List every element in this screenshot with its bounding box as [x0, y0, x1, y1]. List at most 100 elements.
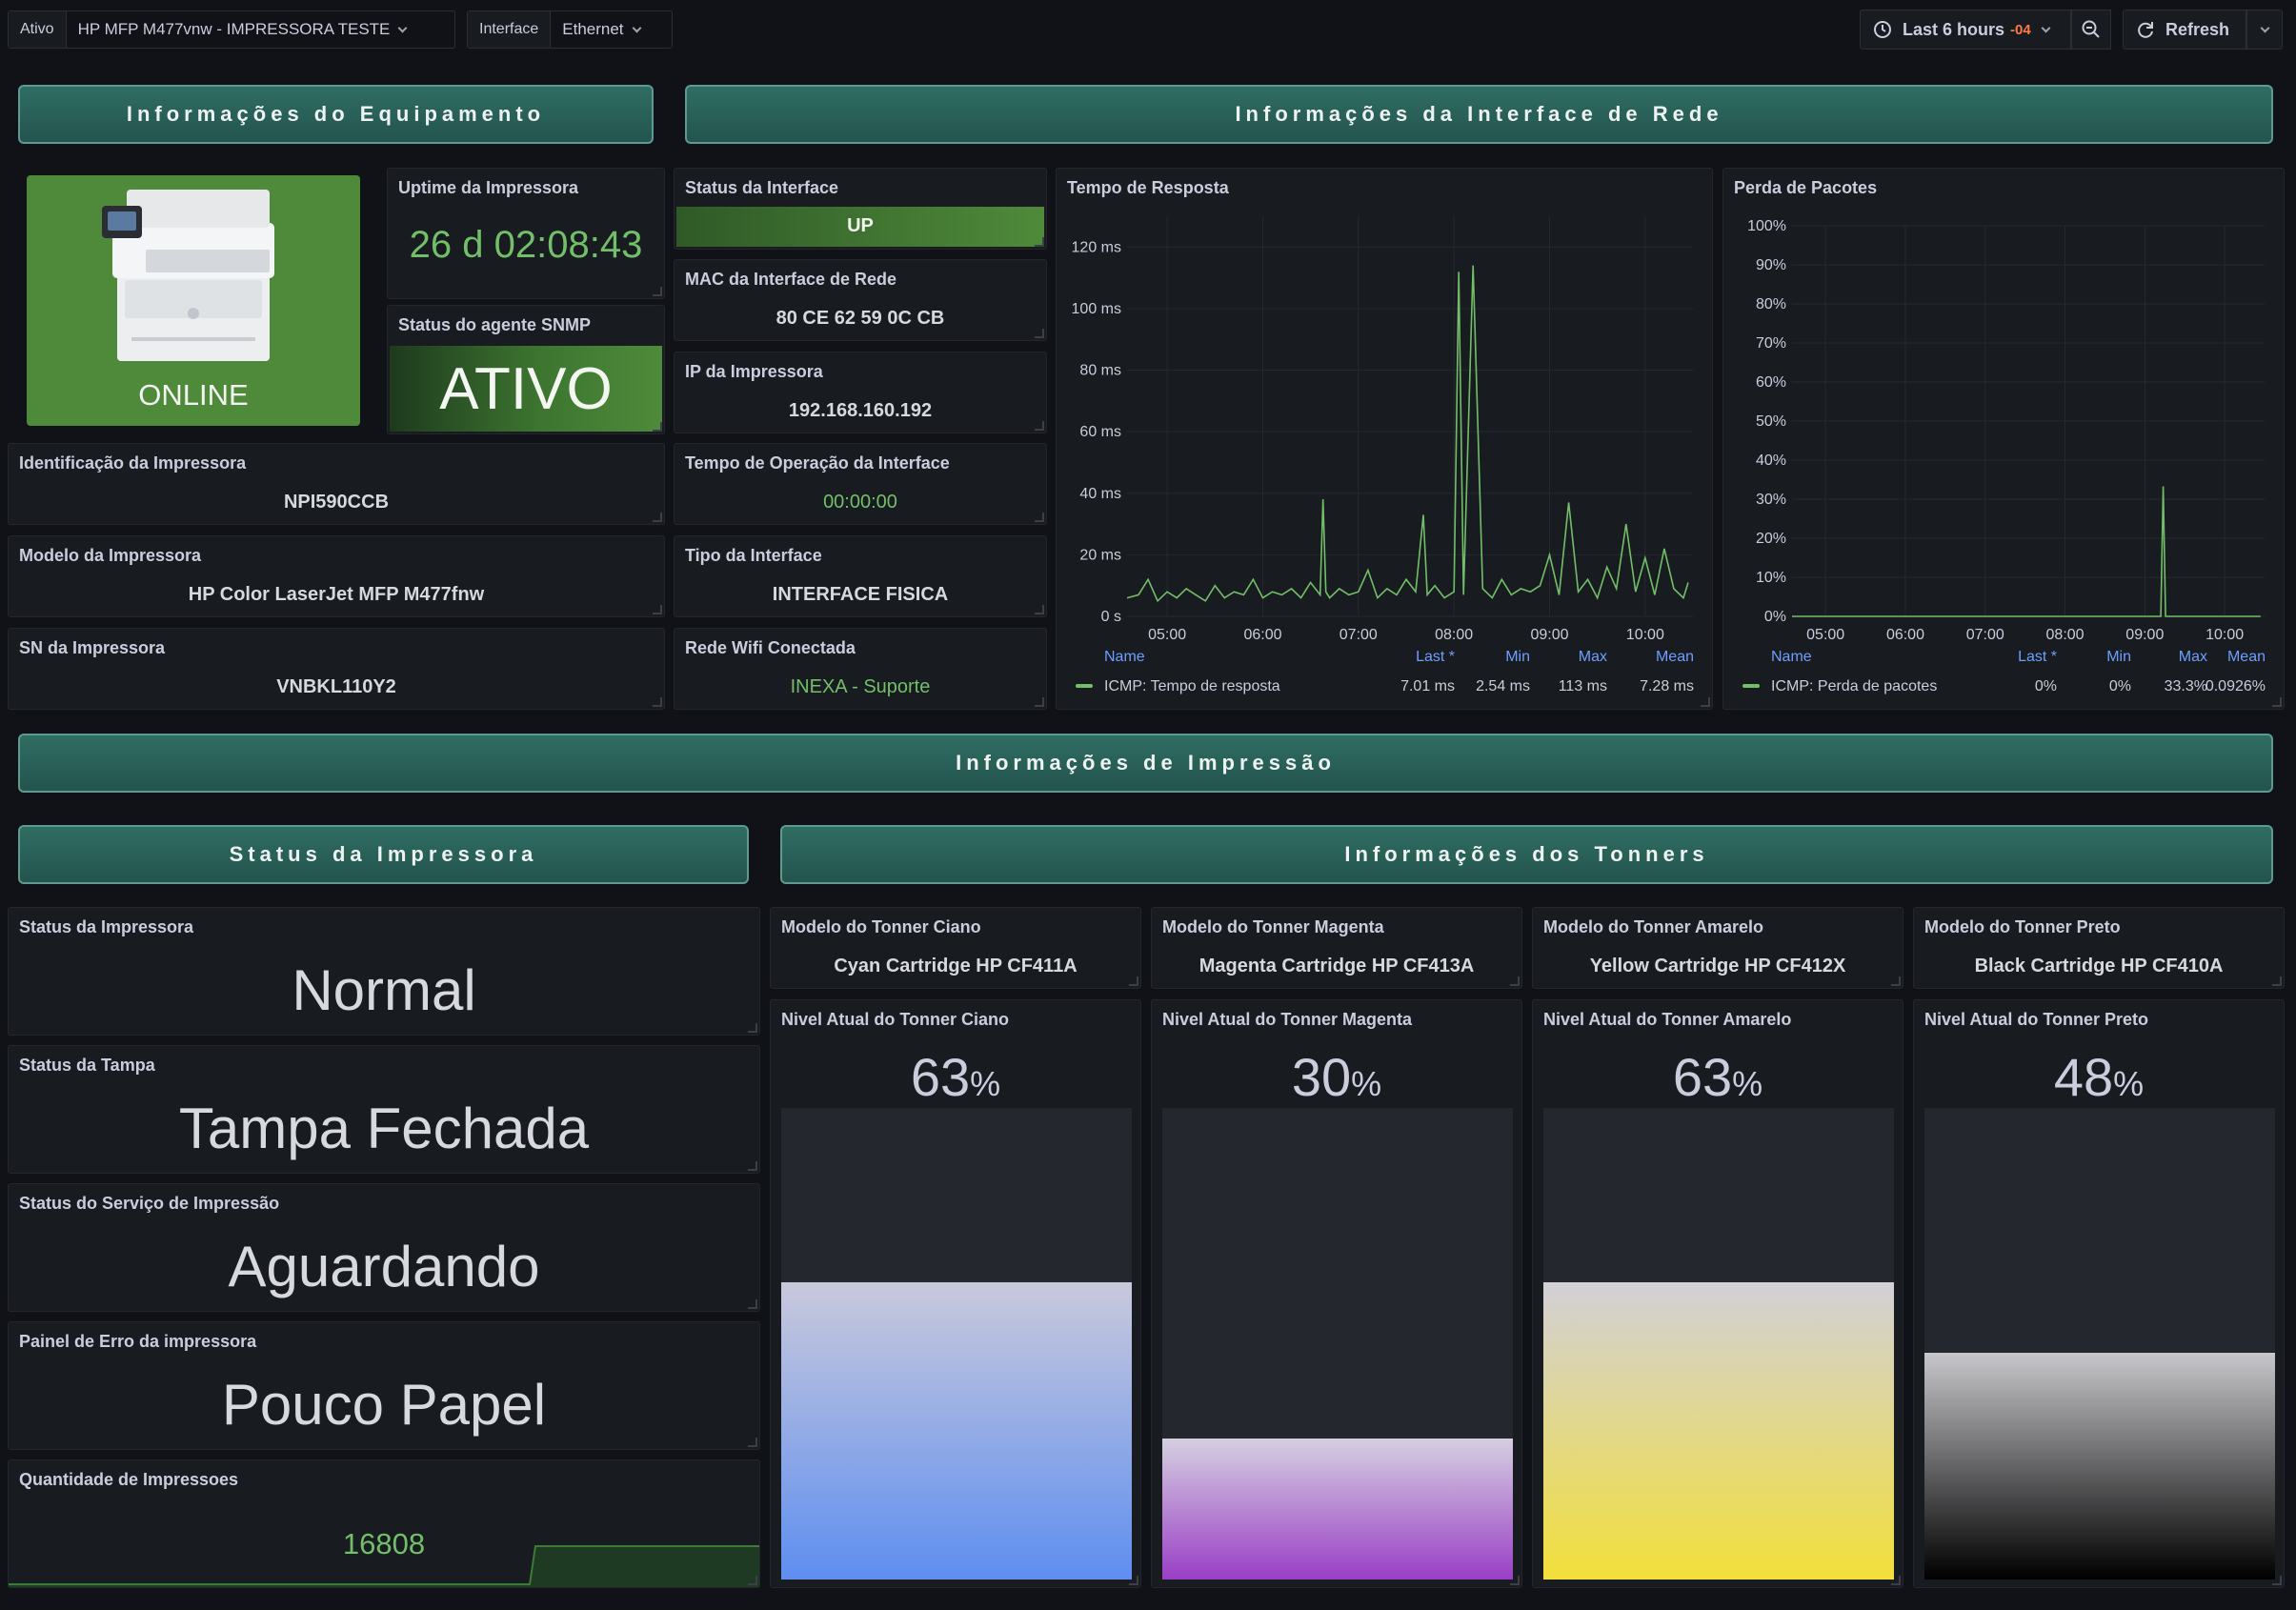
panel-ip[interactable]: IP da Impressora 192.168.160.192: [674, 352, 1047, 433]
resize-handle[interactable]: [1129, 1576, 1138, 1585]
panel-snmp-title: Status do agente SNMP: [398, 315, 592, 334]
resize-handle[interactable]: [1510, 1576, 1520, 1585]
resize-handle[interactable]: [1035, 237, 1044, 247]
variable-interface-select[interactable]: Ethernet: [551, 11, 651, 48]
panel-quantidade-impressoes[interactable]: Quantidade de Impressoes 16808: [8, 1459, 760, 1588]
resize-handle[interactable]: [1035, 697, 1044, 707]
resize-handle[interactable]: [748, 1023, 757, 1033]
panel-status-servico-value: Aguardando: [228, 1235, 540, 1298]
panel-uptime-title: Uptime da Impressora: [398, 178, 579, 197]
panel-tempo-resposta[interactable]: Tempo de Resposta 0 s 20 ms 40 ms 60 ms 80 m…: [1056, 168, 1713, 710]
panel-snmp[interactable]: Status do agente SNMP ATIVO: [387, 305, 665, 434]
resize-handle[interactable]: [1891, 1576, 1901, 1585]
resize-handle[interactable]: [748, 1161, 757, 1171]
x-tick-label: 06:00: [1243, 627, 1281, 643]
resize-handle[interactable]: [1035, 513, 1044, 522]
panel-modelo-tonner-magenta[interactable]: Modelo do Tonner Magenta Magenta Cartrid…: [1151, 907, 1522, 989]
toner-level-number: 48: [2053, 1047, 2114, 1107]
panel-identificacao[interactable]: Identificação da Impressora NPI590CCB: [8, 443, 665, 525]
panel-erro-title: Painel de Erro da impressora: [19, 1332, 257, 1351]
panel-uptime[interactable]: Uptime da Impressora 26 d 02:08:43: [387, 168, 665, 299]
panel-modelo-tonner-title: Modelo do Tonner Preto: [1924, 917, 2121, 936]
row-header-impressao[interactable]: Informações de Impressão: [18, 734, 2273, 793]
y-tick-label: 100 ms: [1072, 301, 1121, 317]
panel-modelo-tonner-amarelo[interactable]: Modelo do Tonner Amarelo Yellow Cartridg…: [1532, 907, 1903, 989]
panel-mac-value: 80 CE 62 59 0C CB: [775, 308, 945, 329]
panel-tempo-operacao[interactable]: Tempo de Operação da Interface 00:00:00: [674, 443, 1047, 525]
variable-ativo[interactable]: Ativo HP MFP M477vnw - IMPRESSORA TESTE: [8, 10, 455, 49]
resize-handle[interactable]: [653, 287, 662, 296]
panel-modelo-tonner-value: Magenta Cartridge HP CF413A: [1198, 956, 1475, 976]
variable-ativo-select[interactable]: HP MFP M477vnw - IMPRESSORA TESTE: [67, 11, 418, 48]
legend-value-min: 0%: [2109, 678, 2131, 694]
x-tick-label: 07:00: [1966, 627, 2004, 643]
resize-handle[interactable]: [1035, 421, 1044, 431]
resize-handle[interactable]: [653, 697, 662, 707]
panel-nivel-tonner-title: Nivel Atual do Tonner Preto: [1924, 1010, 2149, 1029]
legend-header-min: Min: [1505, 649, 1530, 665]
zoom-out-button[interactable]: [2071, 10, 2111, 50]
row-header-interface-rede[interactable]: Informações da Interface de Rede: [685, 85, 2273, 144]
y-tick-label: 0 s: [1101, 609, 1121, 625]
refresh-interval-dropdown[interactable]: [2246, 10, 2283, 50]
panel-wifi[interactable]: Rede Wifi Conectada INEXA - Suporte: [674, 628, 1047, 710]
resize-handle[interactable]: [1035, 329, 1044, 338]
y-tick-label: 20%: [1756, 531, 1786, 547]
legend-value-mean: 0.0926%: [2205, 678, 2266, 694]
legend-value-max: 33.3%: [2165, 678, 2207, 694]
x-tick-label: 10:00: [2205, 627, 2244, 643]
resize-handle[interactable]: [748, 1576, 757, 1585]
chart-perda-pacotes[interactable]: 0% 10% 20% 30% 40% 50% 60% 70% 80% 90% 100% 05:00 06…: [1723, 169, 2285, 710]
toner-level-number: 63: [910, 1047, 971, 1107]
chart-tempo-resposta[interactable]: 0 s 20 ms 40 ms 60 ms 80 ms 100 ms 120 ms 05:00…: [1057, 169, 1713, 710]
toner-level-value: 63%: [1533, 1046, 1903, 1108]
panel-modelo-tonner-preto[interactable]: Modelo do Tonner Preto Black Cartridge H…: [1913, 907, 2285, 989]
chevron-down-icon: [632, 23, 641, 32]
panel-status-impressora-value: Normal: [292, 958, 476, 1022]
resize-handle[interactable]: [2272, 697, 2282, 707]
panel-status-tampa[interactable]: Status da Tampa Tampa Fechada: [8, 1045, 760, 1174]
panel-erro[interactable]: Painel de Erro da impressora Pouco Papel: [8, 1321, 760, 1450]
resize-handle[interactable]: [1891, 976, 1901, 986]
panel-modelo-tonner-ciano[interactable]: Modelo do Tonner Ciano Cyan Cartridge HP…: [770, 907, 1141, 989]
panel-status-interface[interactable]: Status da Interface UP: [674, 168, 1047, 250]
resize-handle[interactable]: [653, 513, 662, 522]
row-header-tonners[interactable]: Informações dos Tonners: [780, 825, 2273, 884]
panel-status-servico[interactable]: Status do Serviço de Impressão Aguardand…: [8, 1183, 760, 1312]
time-range-picker[interactable]: Last 6 hours -04: [1860, 10, 2071, 50]
panel-modelo[interactable]: Modelo da Impressora HP Color LaserJet M…: [8, 535, 665, 617]
resize-handle[interactable]: [2272, 1576, 2282, 1585]
panel-nivel-tonner-magenta[interactable]: Nivel Atual do Tonner Magenta 30%: [1151, 999, 1522, 1588]
resize-handle[interactable]: [1035, 605, 1044, 614]
panel-perda-pacotes[interactable]: Perda de Pacotes 0% 10% 20% 30% 40% 50% 60% 70%…: [1722, 168, 2285, 710]
resize-handle[interactable]: [1129, 976, 1138, 986]
variable-interface[interactable]: Interface Ethernet: [467, 10, 673, 49]
y-tick-label: 60%: [1756, 374, 1786, 391]
row-header-interface-rede-label: Informações da Interface de Rede: [1235, 102, 1723, 126]
refresh-button[interactable]: Refresh: [2123, 10, 2246, 50]
resize-handle[interactable]: [1510, 976, 1520, 986]
panel-mac[interactable]: MAC da Interface de Rede 80 CE 62 59 0C …: [674, 259, 1047, 341]
panel-sn[interactable]: SN da Impressora VNBKL110Y2: [8, 628, 665, 710]
panel-tipo-interface[interactable]: Tipo da Interface INTERFACE FISICA: [674, 535, 1047, 617]
panel-nivel-tonner-ciano[interactable]: Nivel Atual do Tonner Ciano 63%: [770, 999, 1141, 1588]
toner-level-unit: %: [1732, 1064, 1763, 1103]
resize-handle[interactable]: [653, 605, 662, 614]
zoom-out-icon: [2082, 20, 2100, 38]
legend-header-max: Max: [2179, 649, 2207, 665]
row-header-status-impressora[interactable]: Status da Impressora: [18, 825, 749, 884]
resize-handle[interactable]: [2272, 976, 2282, 986]
toner-gauge-fill: [1162, 1438, 1513, 1580]
resize-handle[interactable]: [748, 1299, 757, 1309]
panel-nivel-tonner-preto[interactable]: Nivel Atual do Tonner Preto 48%: [1913, 999, 2285, 1588]
y-tick-label: 80 ms: [1079, 363, 1121, 379]
resize-handle[interactable]: [653, 422, 662, 432]
panel-nivel-tonner-amarelo[interactable]: Nivel Atual do Tonner Amarelo 63%: [1532, 999, 1903, 1588]
panel-status-impressora[interactable]: Status da Impressora Normal: [8, 907, 760, 1036]
row-header-equipamento[interactable]: Informações do Equipamento: [18, 85, 654, 144]
resize-handle[interactable]: [748, 1438, 757, 1447]
resize-handle[interactable]: [1701, 697, 1710, 707]
row-header-status-impressora-label: Status da Impressora: [229, 842, 538, 866]
toner-gauge: [1162, 1108, 1513, 1580]
panel-status-servico-title: Status do Serviço de Impressão: [19, 1194, 280, 1213]
